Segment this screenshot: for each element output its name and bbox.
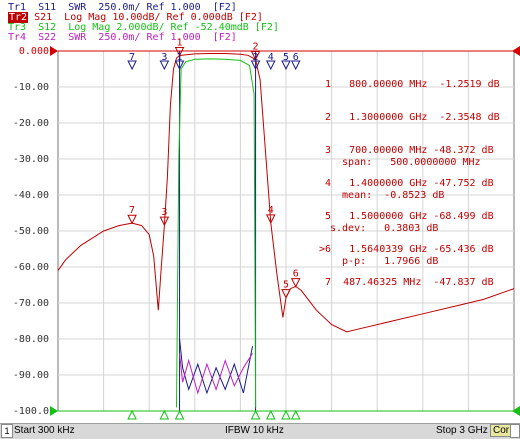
- marker-label: 3: [161, 207, 167, 218]
- marker-row[interactable]: 2 1.3000000 GHz -2.3548 dB: [319, 112, 500, 123]
- marker-top-label: 3: [161, 52, 167, 63]
- marker-bottom-indicator: [290, 409, 301, 420]
- channel-indicator[interactable]: 1: [1, 424, 13, 438]
- marker-label: 1: [177, 38, 183, 49]
- marker-top-label: 6: [293, 52, 299, 63]
- baseline-arrow-left: [50, 406, 58, 416]
- stats-sdev: s.dev: 0.3803 dB: [330, 223, 439, 234]
- ifbw-setting[interactable]: IFBW 10 kHz: [225, 425, 284, 436]
- marker-bottom-indicator: [159, 409, 170, 420]
- stats-pp: p-p: 1.7966 dB: [330, 256, 439, 267]
- marker-top-label: 4: [268, 52, 274, 63]
- marker-row[interactable]: 1 800.00000 MHz -1.2519 dB: [319, 79, 500, 90]
- marker-bottom-indicator: [265, 409, 276, 420]
- marker-top-label: 1: [177, 52, 183, 63]
- marker-bottom-indicator: [250, 409, 261, 420]
- vna-screen: Tr1 S11 SWR 250.0m/ Ref 1.000 [F2] Tr2 S…: [0, 0, 520, 439]
- marker-top-label: 7: [129, 52, 135, 63]
- stats-mean: mean: -0.8523 dB: [330, 190, 445, 201]
- marker-label: 2: [253, 41, 259, 52]
- stop-frequency[interactable]: Stop 3 GHz: [436, 425, 488, 436]
- status-tag-box: [510, 424, 520, 438]
- marker-bottom-indicator: [127, 409, 137, 420]
- marker-top-label: 5: [283, 52, 289, 63]
- ref-arrow-left: [50, 46, 58, 56]
- marker-top-label: 2: [253, 52, 259, 63]
- marker-label: 7: [129, 205, 135, 216]
- marker-bottom-indicator: [174, 409, 185, 420]
- marker-label: 4: [268, 205, 274, 216]
- marker-label: 6: [293, 269, 299, 280]
- status-bar: 1 Start 300 kHz IFBW 10 kHz Stop 3 GHz C…: [0, 423, 520, 439]
- marker-label: 5: [283, 280, 289, 291]
- correction-status[interactable]: Cor: [490, 424, 513, 437]
- marker-bottom-indicator: [281, 409, 291, 420]
- start-frequency[interactable]: Start 300 kHz: [14, 425, 75, 436]
- trace-statistics: span: 500.0000000 MHz mean: -0.8523 dB s…: [330, 135, 481, 289]
- stats-span: span: 500.0000000 MHz: [330, 157, 481, 168]
